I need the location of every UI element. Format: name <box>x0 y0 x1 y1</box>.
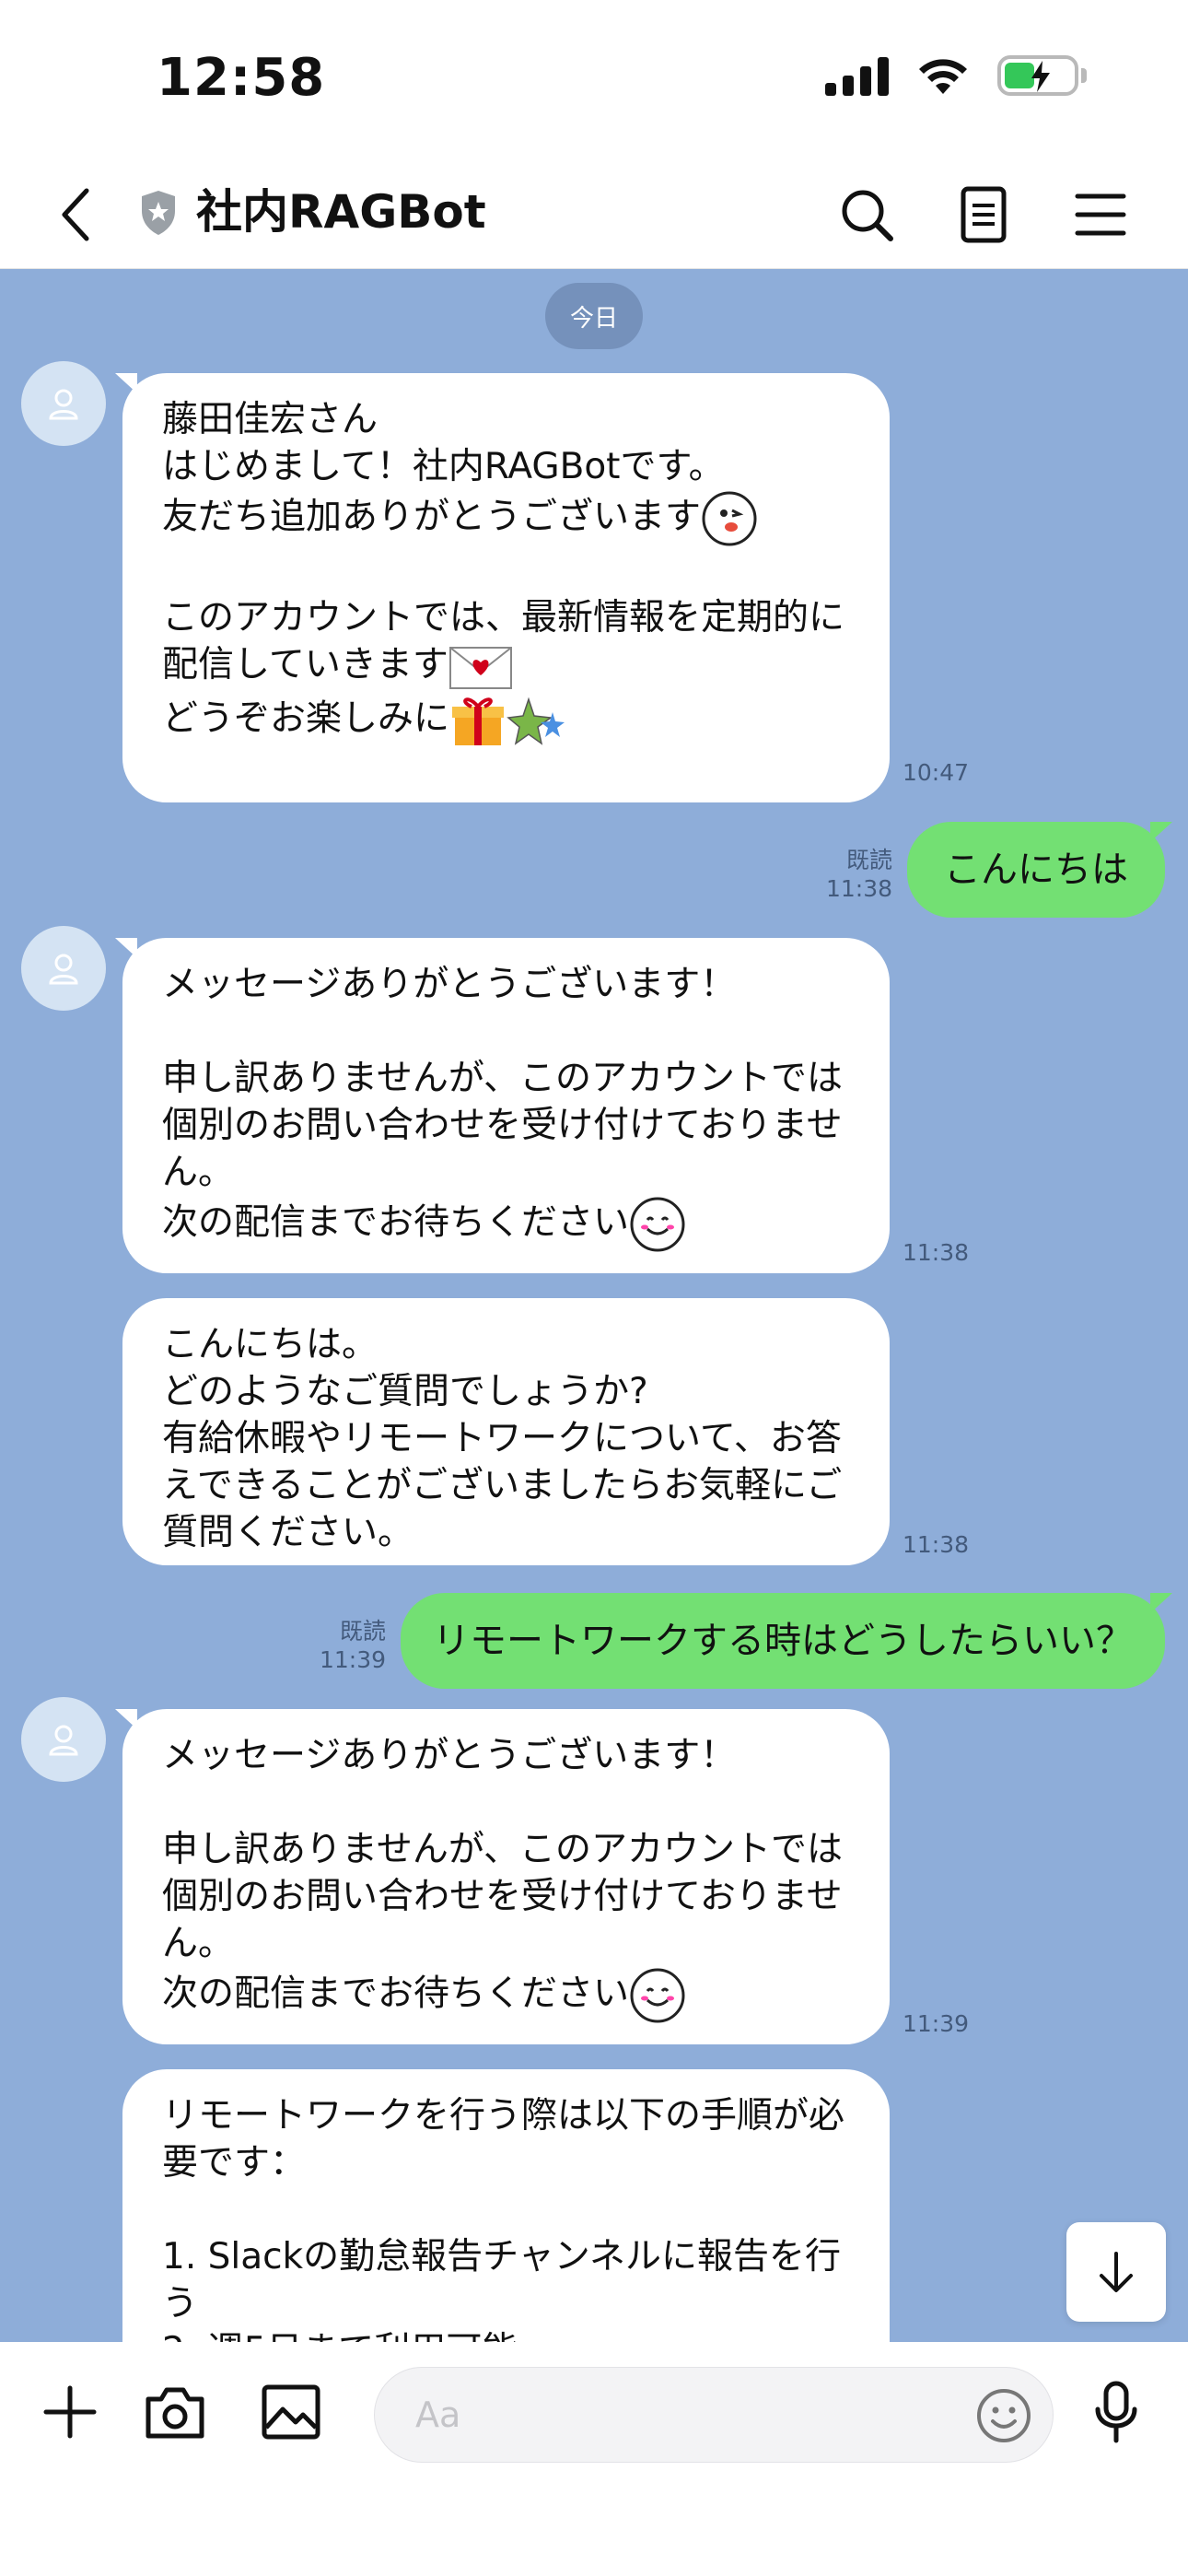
image-icon <box>262 2384 320 2440</box>
avatar[interactable] <box>21 361 106 446</box>
cellular-signal-icon <box>825 55 889 96</box>
bot-message-bubble[interactable]: メッセージありがとうございます！ 申し訳ありませんが、このアカウントでは 個別の… <box>115 938 890 1273</box>
message-text: メッセージありがとうございます！ <box>162 964 737 1005</box>
message-text: 友だち追加ありがとうございます <box>162 496 702 538</box>
message-text: リモートワークする時はどうしたらいい？ <box>433 1619 1133 1662</box>
message-text: はじめまして！社内RAGBotです。 <box>162 446 725 487</box>
battery-icon <box>997 55 1087 96</box>
message-time: 11:39 <box>903 2010 970 2037</box>
status-bar: 12:58 <box>0 0 1188 161</box>
winking-face-emoji <box>702 491 757 546</box>
bot-message-bubble[interactable]: メッセージありがとうございます！ 申し訳ありませんが、このアカウントでは 個別の… <box>115 1709 890 2044</box>
message-text: 次の配信までお待ちください <box>162 1973 630 2015</box>
message-text: 申し訳ありませんが、このアカウントでは <box>162 1829 844 1870</box>
message-text: こんにちは <box>944 848 1128 891</box>
message-text: ん。 <box>162 1152 235 1193</box>
status-time: 12:58 <box>157 48 326 108</box>
message-time: 11:38 <box>825 875 892 902</box>
input-bar <box>0 2342 1188 2576</box>
status-icons <box>825 55 1087 96</box>
message-text: どうぞお楽しみに <box>162 697 450 739</box>
user-message-bubble[interactable]: リモートワークする時はどうしたらいい？ <box>401 1593 1172 1689</box>
avatar[interactable] <box>21 1697 106 1782</box>
chat-title: 社内RAGBot <box>196 185 486 239</box>
read-status: 既読 <box>845 847 892 873</box>
message-text: 藤田佳宏さん <box>162 399 379 440</box>
message-time: 11:39 <box>319 1646 386 1673</box>
chat-header: 社内RAGBot <box>0 161 1188 269</box>
notes-icon[interactable] <box>952 181 1017 248</box>
smiling-face-emoji <box>630 1968 685 2023</box>
user-message-bubble[interactable]: こんにちは <box>907 822 1172 918</box>
shield-icon <box>142 191 175 235</box>
gift-emoji <box>452 697 505 745</box>
bot-message-bubble[interactable]: こんにちは。 どのようなご質問でしょうか? 有給休暇やリモートワークについて、お… <box>122 1298 890 1565</box>
read-status: 既読 <box>339 1618 386 1645</box>
emoji-icon[interactable] <box>974 2386 1033 2445</box>
message-text: メッセージありがとうございます！ <box>162 1735 737 1776</box>
message-time: 11:38 <box>903 1531 970 1558</box>
message-text: 個別のお問い合わせを受け付けておりませ <box>162 1876 843 1917</box>
message-text: リモートワークを行う際は以下の手順が必 要です： 1. Slackの勤怠報告チャ… <box>162 2095 845 2342</box>
message-text: こんにちは。 どのようなご質問でしょうか? 有給休暇やリモートワークについて、お… <box>162 1324 843 1553</box>
message-time: 11:38 <box>903 1239 970 1266</box>
message-input[interactable] <box>374 2367 1054 2463</box>
read-receipt: 既読 11:39 <box>318 1617 386 1674</box>
message-text: このアカウントでは、最新情報を定期的に <box>162 597 845 638</box>
avatar[interactable] <box>21 926 106 1011</box>
bot-message-bubble[interactable]: リモートワークを行う際は以下の手順が必 要です： 1. Slackの勤怠報告チャ… <box>122 2069 890 2342</box>
shooting-stars-emoji <box>507 697 565 745</box>
wifi-icon <box>919 59 967 94</box>
message-text: 申し訳ありませんが、このアカウントでは <box>162 1058 844 1099</box>
arrow-down-icon <box>1100 2252 1133 2292</box>
message-text: ん。 <box>162 1923 235 1964</box>
smiling-face-emoji <box>630 1197 685 1252</box>
message-text: 次の配信までお待ちください <box>162 1201 630 1244</box>
love-letter-emoji <box>448 646 512 689</box>
menu-icon[interactable] <box>1068 181 1133 248</box>
microphone-button[interactable] <box>1079 2375 1153 2449</box>
read-receipt: 既読 11:38 <box>824 846 892 903</box>
message-time: 10:47 <box>903 759 970 786</box>
camera-icon <box>146 2387 204 2439</box>
search-icon[interactable] <box>835 181 900 248</box>
date-separator: 今日 <box>545 283 643 349</box>
chevron-left-icon[interactable] <box>48 181 103 248</box>
camera-button[interactable] <box>138 2375 212 2449</box>
plus-icon <box>43 2385 97 2439</box>
message-text: 個別のお問い合わせを受け付けておりませ <box>162 1105 843 1146</box>
chat-area[interactable]: 今日 藤田佳宏さん はじめまして！社内RAGBotです。 友だち追加ありがとうご… <box>0 269 1188 2342</box>
image-button[interactable] <box>254 2375 328 2449</box>
microphone-icon <box>1095 2381 1137 2443</box>
message-text: 配信していきます <box>162 644 448 685</box>
scroll-to-bottom-button[interactable] <box>1066 2222 1166 2322</box>
bot-message-bubble[interactable]: 藤田佳宏さん はじめまして！社内RAGBotです。 友だち追加ありがとうございま… <box>115 373 890 802</box>
plus-button[interactable] <box>33 2375 107 2449</box>
